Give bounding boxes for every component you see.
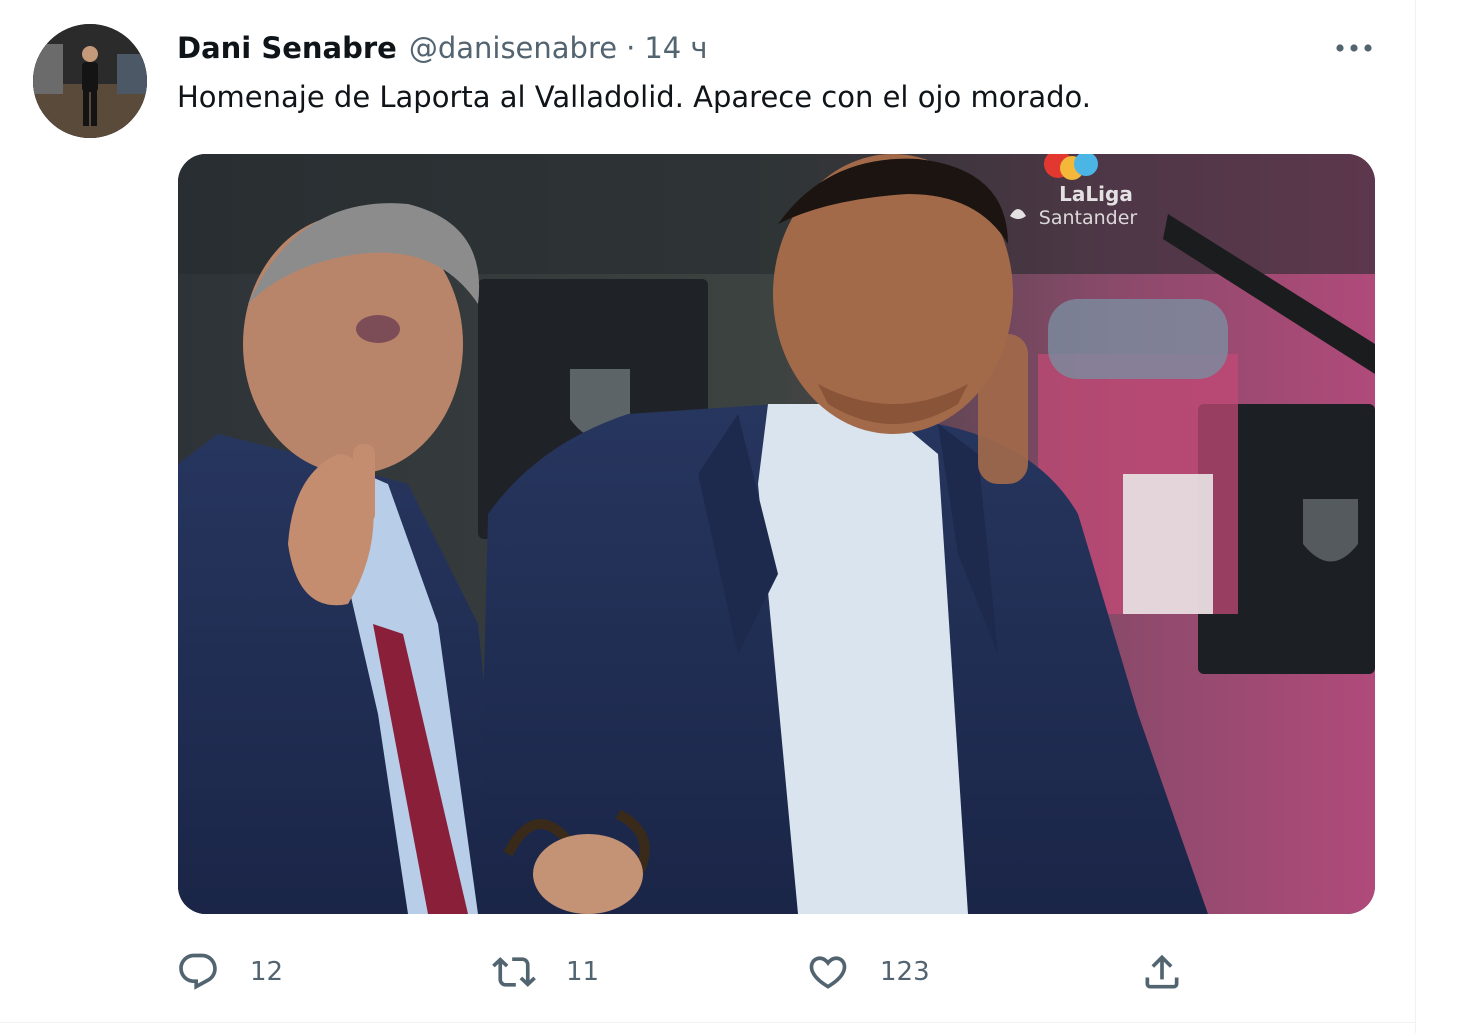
reply-button[interactable]: 12: [176, 944, 283, 1000]
tweet-photo: LaLiga Santander: [178, 154, 1375, 914]
like-count: 123: [880, 957, 930, 987]
more-button[interactable]: [1328, 30, 1380, 66]
reply-count: 12: [250, 957, 284, 987]
tweet-timestamp[interactable]: 14 ч: [644, 31, 707, 65]
author-display-name[interactable]: Dani Senabre: [177, 31, 397, 65]
column-divider: [1415, 0, 1416, 1033]
tweet-text: Homenaje de Laporta al Valladolid. Apare…: [177, 80, 1091, 114]
like-button[interactable]: 123: [806, 944, 930, 1000]
heart-icon: [809, 956, 847, 989]
share-icon: [1145, 954, 1179, 989]
laliga-logo-line-1: LaLiga: [1059, 182, 1133, 206]
avatar-image: [33, 24, 147, 138]
more-horizontal-icon: [1336, 44, 1372, 52]
laliga-logo-line-2: Santander: [1039, 207, 1138, 229]
tweet-bottom-divider: [0, 1022, 1416, 1023]
retweet-count: 11: [566, 957, 600, 987]
tweet-page: Dani Senabre @danisenabre · 14 ч Homenaj…: [0, 0, 1460, 1033]
tweet-actions: 12 11 123: [0, 944, 1416, 1000]
tweet-media[interactable]: LaLiga Santander: [178, 154, 1375, 914]
retweet-icon: [492, 957, 536, 987]
header-separator: ·: [626, 31, 636, 65]
avatar[interactable]: [33, 24, 147, 138]
reply-icon: [179, 953, 217, 990]
retweet-button[interactable]: 11: [492, 944, 599, 1000]
share-button[interactable]: [1140, 944, 1184, 1000]
author-handle[interactable]: @danisenabre: [409, 31, 617, 65]
tweet-header: Dani Senabre @danisenabre · 14 ч: [177, 26, 708, 70]
